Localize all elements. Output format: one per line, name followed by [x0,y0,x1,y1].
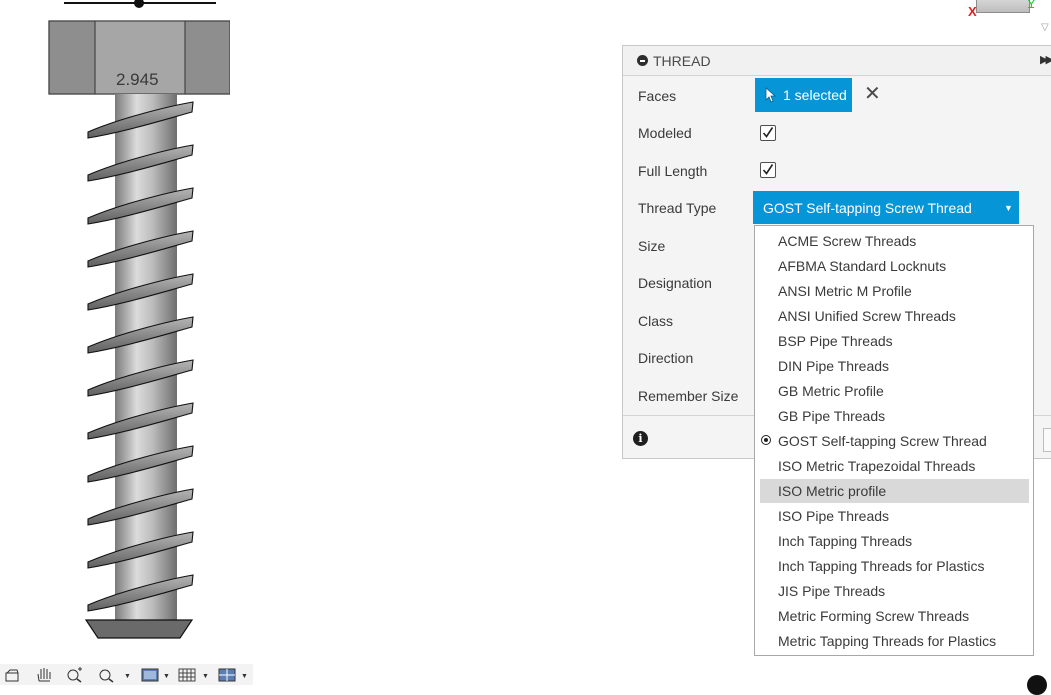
dropdown-option[interactable]: JIS Pipe Threads [760,579,1029,603]
dropdown-option[interactable]: DIN Pipe Threads [760,354,1029,378]
dropdown-option-label: ANSI Metric M Profile [778,283,912,299]
dropdown-option[interactable]: GB Pipe Threads [760,404,1029,428]
axis-y-label: Y [1027,0,1036,11]
dropdown-option-label: ISO Metric profile [778,483,887,499]
cursor-icon [765,87,777,103]
viewcube-face[interactable] [976,0,1030,13]
radio-selected-icon [761,435,771,445]
viewports-icon[interactable] [218,667,236,683]
comments-icon[interactable] [1027,675,1047,695]
zoom-fit-icon[interactable] [66,667,84,683]
full-length-checkbox[interactable] [760,162,776,178]
thread-type-value: GOST Self-tapping Screw Thread [763,200,972,216]
dropdown-option[interactable]: BSP Pipe Threads [760,329,1029,353]
viewcube-menu-icon[interactable]: ▽ [1041,22,1049,33]
dropdown-caret-icon: ▼ [1004,203,1013,213]
thread-type-label: Thread Type [638,200,717,216]
dropdown-option[interactable]: ISO Metric profile [760,479,1029,503]
dropdown-option[interactable]: AFBMA Standard Locknuts [760,254,1029,278]
dropdown-option-label: JIS Pipe Threads [778,583,886,599]
dropdown-option[interactable]: ANSI Metric M Profile [760,279,1029,303]
axis-x-label: X [968,4,977,19]
dropdown-option-label: GOST Self-tapping Screw Thread [778,433,987,449]
direction-label: Direction [638,350,694,366]
dropdown-option[interactable]: Inch Tapping Threads [760,529,1029,553]
dropdown-option-label: Metric Tapping Threads for Plastics [778,633,997,649]
dropdown-option[interactable]: ISO Metric Trapezoidal Threads [760,454,1029,478]
grid-icon[interactable] [178,667,196,683]
dropdown-option-label: DIN Pipe Threads [778,358,890,374]
dropdown-option[interactable]: GB Metric Profile [760,379,1029,403]
info-icon[interactable]: i [633,431,648,446]
screw-model[interactable] [30,0,230,645]
remember-size-label: Remember Size [638,388,739,404]
dropdown-option-label: GB Pipe Threads [778,408,886,424]
collapse-circle-icon[interactable] [637,55,648,66]
pan-hand-icon[interactable] [35,667,53,683]
dialog-title: THREAD [653,53,711,69]
dropdown-option[interactable]: Inch Tapping Threads for Plastics [760,554,1029,578]
dropdown-option-label: ANSI Unified Screw Threads [778,308,956,324]
expand-arrows-icon[interactable]: ▶▶ [1040,53,1051,66]
full-length-label: Full Length [638,163,708,179]
thread-type-select[interactable]: GOST Self-tapping Screw Thread ▼ [753,191,1019,224]
navigation-toolbar: ▼ ▼ ▼ ▼ [0,664,253,685]
checkmark-icon [762,127,774,138]
modeled-checkbox[interactable] [760,125,776,141]
chevron-down-icon[interactable]: ▼ [124,673,131,680]
size-label: Size [638,238,666,254]
dropdown-option-label: GB Metric Profile [778,383,884,399]
dropdown-option-label: Inch Tapping Threads [778,533,913,549]
dropdown-option-label: ISO Metric Trapezoidal Threads [778,458,976,474]
dropdown-option-label: Inch Tapping Threads for Plastics [778,558,985,574]
dropdown-option[interactable]: Metric Tapping Threads for Plastics [760,629,1029,653]
dropdown-option[interactable]: GOST Self-tapping Screw Thread [760,429,1029,453]
class-label: Class [638,313,674,329]
display-mode-icon[interactable] [141,667,159,683]
dropdown-option[interactable]: ISO Pipe Threads [760,504,1029,528]
thread-type-dropdown-list[interactable]: ACME Screw Threads AFBMA Standard Locknut… [754,225,1034,656]
dialog-header[interactable]: THREAD ▶▶ [623,46,1051,76]
dropdown-option-label: AFBMA Standard Locknuts [778,258,947,274]
faces-label: Faces [638,88,677,104]
dropdown-option[interactable]: ACME Screw Threads [760,229,1029,253]
chevron-down-icon[interactable]: ▼ [202,673,209,680]
viewcube[interactable]: X Y ▽ [968,0,1051,40]
checkmark-icon [762,164,774,175]
dropdown-option[interactable]: Metric Forming Screw Threads [760,604,1029,628]
close-icon[interactable]: ✕ [864,84,881,104]
zoom-window-icon[interactable] [98,667,116,683]
dropdown-option-label: Metric Forming Screw Threads [778,608,970,624]
ok-button[interactable] [1043,428,1051,452]
designation-label: Designation [638,275,712,291]
dropdown-option-label: ISO Pipe Threads [778,508,890,524]
dimension-label[interactable]: 2.945 [116,70,159,90]
modeled-label: Modeled [638,125,692,141]
chevron-down-icon[interactable]: ▼ [241,673,248,680]
faces-selection-button[interactable]: 1 selected [755,78,852,112]
chevron-down-icon[interactable]: ▼ [163,673,170,680]
faces-selection-value: 1 selected [783,87,847,103]
orbit-icon[interactable] [4,667,20,683]
dropdown-option-label: BSP Pipe Threads [778,333,893,349]
dropdown-option-label: ACME Screw Threads [778,233,917,249]
dropdown-option[interactable]: ANSI Unified Screw Threads [760,304,1029,328]
